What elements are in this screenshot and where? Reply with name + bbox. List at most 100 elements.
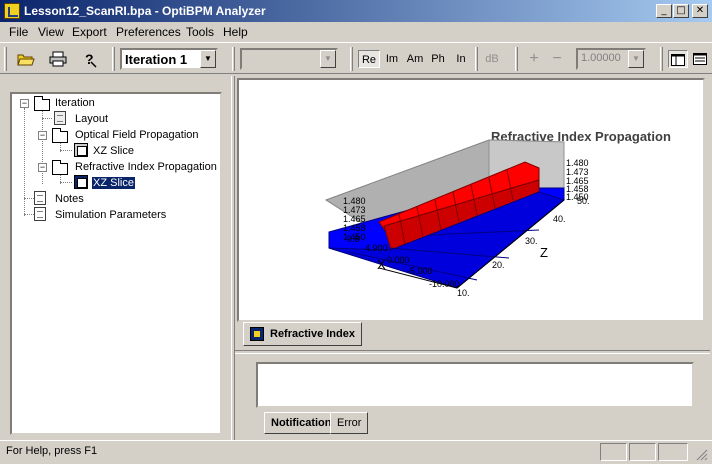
menu-preferences[interactable]: Preferences — [116, 25, 181, 39]
zoom-out-button[interactable]: − — [546, 50, 568, 68]
pane-splitter[interactable] — [231, 76, 235, 440]
tree-item-layout[interactable]: Layout — [75, 113, 108, 125]
chevron-down-icon[interactable]: ▼ — [200, 50, 216, 68]
tree-item-simulation-parameters[interactable]: Simulation Parameters — [55, 209, 166, 221]
tree-line — [60, 182, 72, 183]
tree-line — [60, 150, 72, 151]
list-view-icon — [693, 53, 707, 65]
z-tick: 30. — [525, 236, 538, 246]
mode-real-button[interactable]: Re — [358, 50, 380, 68]
tab-error[interactable]: Error — [330, 412, 369, 434]
mode-intensity-button[interactable]: In — [450, 50, 472, 68]
printer-icon — [49, 51, 67, 67]
minimize-button[interactable]: _ — [656, 4, 672, 18]
menu-tools[interactable]: Tools — [186, 25, 214, 39]
split-view-icon — [671, 54, 685, 66]
toolbar-grip[interactable] — [4, 47, 7, 71]
tab-label: Refractive Index — [270, 328, 355, 340]
x-axis-label: X — [377, 257, 386, 272]
tree-line — [42, 108, 43, 184]
toolbar-grip[interactable] — [350, 47, 353, 71]
menu-help[interactable]: Help — [223, 25, 248, 39]
layout-list-button[interactable] — [690, 50, 710, 68]
status-pane — [600, 443, 627, 461]
iteration-select-value: Iteration 1 — [125, 52, 188, 67]
x-tick: 9.8 — [347, 234, 360, 244]
collapse-toggle[interactable]: − — [20, 99, 29, 108]
mode-db-button[interactable]: dB — [481, 50, 503, 68]
bottom-splitter[interactable] — [235, 350, 710, 354]
parameters-icon — [34, 207, 46, 221]
slice-view-icon — [250, 327, 264, 341]
app-icon[interactable] — [4, 3, 20, 19]
chevron-down-icon[interactable]: ▼ — [628, 50, 644, 68]
tree-line — [24, 108, 25, 216]
tree-item-iteration[interactable]: Iteration — [55, 97, 95, 109]
view-select[interactable]: ▼ — [240, 48, 338, 70]
z-tick: 10. — [457, 288, 470, 298]
maximize-button[interactable]: □ — [673, 4, 689, 18]
x-tick: 4.900 — [365, 243, 388, 253]
folder-icon — [34, 96, 50, 111]
status-pane — [658, 443, 688, 461]
mode-phase-button[interactable]: Ph — [427, 50, 449, 68]
collapse-toggle[interactable]: − — [38, 131, 47, 140]
scale-select-value: 1.00000 — [581, 52, 621, 64]
slice-view-icon — [74, 175, 88, 189]
iteration-select[interactable]: Iteration 1 ▼ — [120, 48, 218, 70]
toolbar: ? Iteration 1 ▼ ▼ Re Im Am Ph In dB + − … — [0, 42, 712, 74]
tree-item-optical-field[interactable]: Optical Field Propagation — [75, 129, 199, 141]
tree-line — [24, 198, 34, 199]
menu-view[interactable]: View — [38, 25, 64, 39]
notes-icon — [34, 191, 46, 205]
toolbar-grip[interactable] — [475, 47, 478, 71]
toolbar-grip[interactable] — [515, 47, 518, 71]
open-folder-icon — [17, 54, 35, 66]
resize-grip-icon[interactable] — [694, 447, 708, 461]
x-tick: -10.000 — [429, 279, 460, 289]
chart-view[interactable]: Refractive Index Propagation 1.480 1.473… — [237, 78, 705, 322]
z-tick: 20. — [492, 260, 505, 270]
zoom-in-button[interactable]: + — [523, 50, 545, 68]
open-folder-button[interactable] — [14, 48, 38, 70]
mode-amplitude-button[interactable]: Am — [404, 50, 426, 68]
tree-item-optical-xz-slice[interactable]: XZ Slice — [93, 145, 134, 157]
layout-split-button[interactable] — [668, 50, 688, 68]
close-button[interactable]: ✕ — [692, 4, 708, 18]
menu-export[interactable]: Export — [72, 25, 107, 39]
x-tick: 0.000 — [387, 255, 410, 265]
status-bar: For Help, press F1 — [0, 440, 712, 463]
x-tick: -5.000 — [407, 266, 433, 276]
window-title: Lesson12_ScanRI.bpa - OptiBPM Analyzer — [24, 4, 266, 18]
tree-item-refractive-xz-slice[interactable]: XZ Slice — [91, 176, 136, 190]
help-question-icon: ? — [85, 51, 97, 68]
status-pane — [629, 443, 656, 461]
toolbar-grip[interactable] — [232, 47, 235, 71]
help-button[interactable]: ? — [78, 48, 102, 70]
z-tick: 40. — [553, 214, 566, 224]
slice-view-icon — [74, 143, 88, 157]
folder-icon — [52, 160, 68, 175]
tab-refractive-index[interactable]: Refractive Index — [243, 322, 362, 346]
menu-file[interactable]: File — [9, 25, 28, 39]
svg-text:?: ? — [85, 51, 94, 67]
tree-line — [42, 118, 52, 119]
tab-notification[interactable]: Notification — [264, 412, 339, 434]
tree-item-notes[interactable]: Notes — [55, 193, 84, 205]
menu-bar: File View Export Preferences Tools Help — [0, 22, 712, 42]
z-tick: 50. — [577, 196, 590, 206]
toolbar-grip[interactable] — [660, 47, 663, 71]
title-bar: Lesson12_ScanRI.bpa - OptiBPM Analyzer _… — [0, 0, 712, 22]
chevron-down-icon[interactable]: ▼ — [320, 50, 336, 68]
toolbar-grip[interactable] — [112, 47, 115, 71]
project-tree[interactable]: − Iteration Layout − Optical Field Propa… — [10, 92, 222, 435]
print-button[interactable] — [46, 48, 70, 70]
scale-select[interactable]: 1.00000 ▼ — [576, 48, 646, 70]
collapse-toggle[interactable]: − — [38, 163, 47, 172]
tree-line — [24, 214, 34, 215]
notification-output[interactable] — [256, 362, 694, 408]
tree-item-refractive-index[interactable]: Refractive Index Propagation — [75, 161, 217, 173]
refractive-index-surface — [324, 139, 566, 289]
mode-imag-button[interactable]: Im — [381, 50, 403, 68]
z-axis-label: Z — [540, 245, 548, 260]
